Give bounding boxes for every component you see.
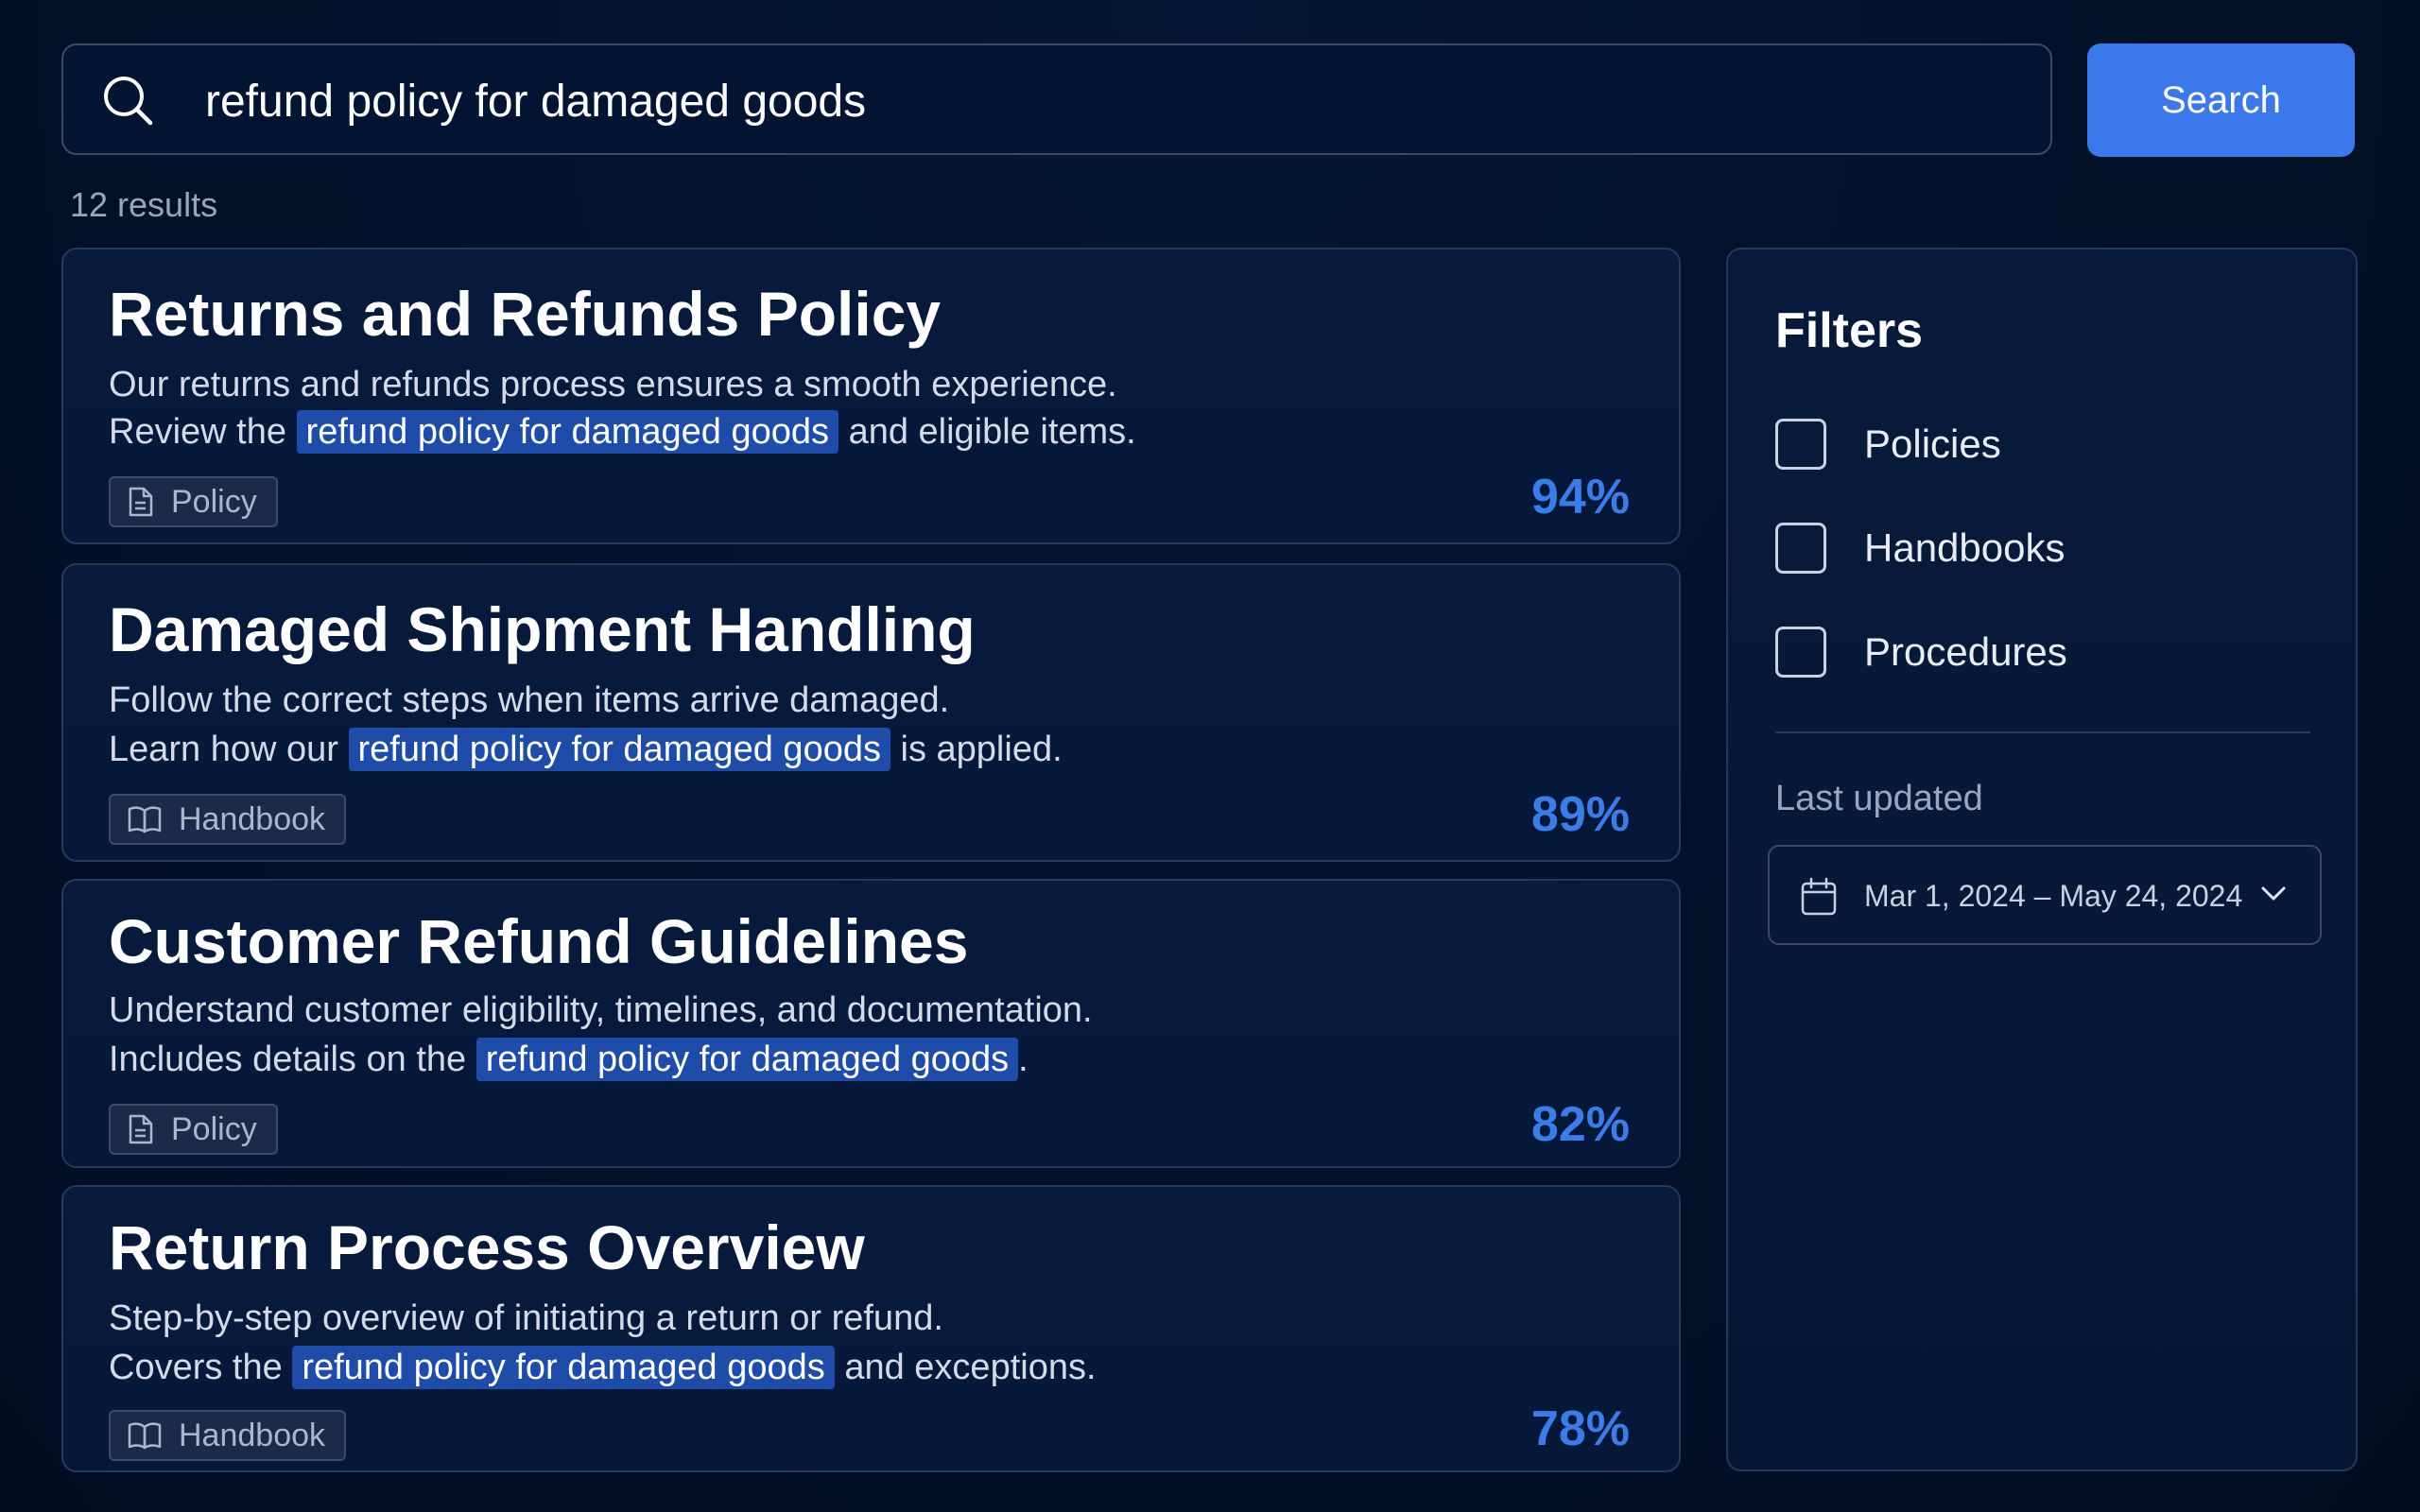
document-icon: [129, 487, 153, 517]
result-snippet-line: Step-by-step overview of initiating a re…: [109, 1298, 943, 1338]
result-card[interactable]: Returns and Refunds Policy Our returns a…: [61, 248, 1681, 544]
result-card[interactable]: Return Process Overview Step-by-step ove…: [61, 1185, 1681, 1472]
snippet-text: and exceptions.: [834, 1348, 1097, 1387]
snippet-text: Includes details on the: [109, 1040, 476, 1079]
query-highlight: refund policy for damaged goods: [296, 410, 839, 454]
filter-label: Procedures: [1864, 629, 2067, 674]
tag-label: Handbook: [179, 1417, 326, 1453]
tag-label: Policy: [171, 483, 257, 520]
filter-label: Policies: [1864, 421, 2001, 466]
filter-label: Handbooks: [1864, 525, 2066, 570]
search-bar[interactable]: [61, 43, 2052, 155]
filter-option-handbooks[interactable]: Handbooks: [1775, 520, 2065, 576]
search-button[interactable]: Search: [2087, 43, 2355, 157]
result-snippet-line: Follow the correct steps when items arri…: [109, 680, 950, 720]
result-snippet-line: Review the refund policy for damaged goo…: [109, 410, 1136, 454]
checkbox[interactable]: [1775, 419, 1826, 470]
relevance-score: 89%: [1530, 787, 1630, 842]
query-highlight: refund policy for damaged goods: [348, 728, 890, 771]
tag-label: Handbook: [179, 800, 326, 837]
category-tag: Handbook: [109, 794, 347, 845]
category-tag: Handbook: [109, 1410, 347, 1461]
snippet-text: Covers the: [109, 1348, 293, 1387]
divider: [1775, 731, 2310, 733]
result-card[interactable]: Customer Refund Guidelines Understand cu…: [61, 879, 1681, 1168]
date-range-picker[interactable]: Mar 1, 2024 – May 24, 2024: [1768, 845, 2322, 945]
snippet-text: and eligible items.: [838, 412, 1136, 452]
filter-option-procedures[interactable]: Procedures: [1775, 624, 2067, 680]
result-snippet-line: Understand customer eligibility, timelin…: [109, 990, 1093, 1030]
relevance-score: 78%: [1530, 1401, 1630, 1456]
query-highlight: refund policy for damaged goods: [475, 1038, 1019, 1081]
last-updated-label: Last updated: [1775, 779, 1983, 818]
result-snippet-line: Learn how our refund policy for damaged …: [109, 728, 1063, 771]
result-card[interactable]: Damaged Shipment Handling Follow the cor…: [61, 563, 1681, 862]
result-snippet-line: Covers the refund policy for damaged goo…: [109, 1346, 1097, 1389]
relevance-score: 94%: [1530, 470, 1630, 524]
result-title[interactable]: Returns and Refunds Policy: [109, 278, 941, 350]
result-title[interactable]: Return Process Overview: [109, 1211, 865, 1283]
category-tag: Policy: [109, 476, 278, 527]
checkbox[interactable]: [1775, 627, 1826, 678]
snippet-text: is applied.: [890, 730, 1063, 769]
snippet-text: Review the: [109, 412, 297, 452]
book-icon: [128, 806, 162, 833]
calendar-icon: [1801, 877, 1837, 916]
book-icon: [128, 1422, 162, 1450]
result-snippet-line: Our returns and refunds process ensures …: [109, 365, 1117, 404]
snippet-text: .: [1018, 1040, 1028, 1079]
filter-option-policies[interactable]: Policies: [1775, 416, 2001, 472]
date-range-value: Mar 1, 2024 – May 24, 2024: [1864, 879, 2243, 913]
result-title[interactable]: Customer Refund Guidelines: [109, 905, 968, 977]
chevron-down-icon: [2261, 886, 2286, 901]
filters-panel: Filters Policies Handbooks Procedures La…: [1726, 248, 2358, 1471]
search-icon: [104, 77, 153, 126]
relevance-score: 82%: [1530, 1097, 1630, 1152]
result-snippet-line: Includes details on the refund policy fo…: [109, 1038, 1028, 1081]
document-icon: [129, 1114, 153, 1144]
tag-label: Policy: [171, 1110, 257, 1147]
checkbox[interactable]: [1775, 523, 1826, 574]
result-title[interactable]: Damaged Shipment Handling: [109, 593, 976, 665]
result-count: 12 results: [70, 185, 218, 224]
category-tag: Policy: [109, 1104, 278, 1155]
snippet-text: Learn how our: [109, 730, 349, 769]
query-highlight: refund policy for damaged goods: [292, 1346, 835, 1389]
search-results-page: Search 12 results Returns and Refunds Po…: [0, 0, 2420, 1512]
filters-title: Filters: [1775, 303, 1924, 358]
search-input[interactable]: [205, 68, 2001, 134]
